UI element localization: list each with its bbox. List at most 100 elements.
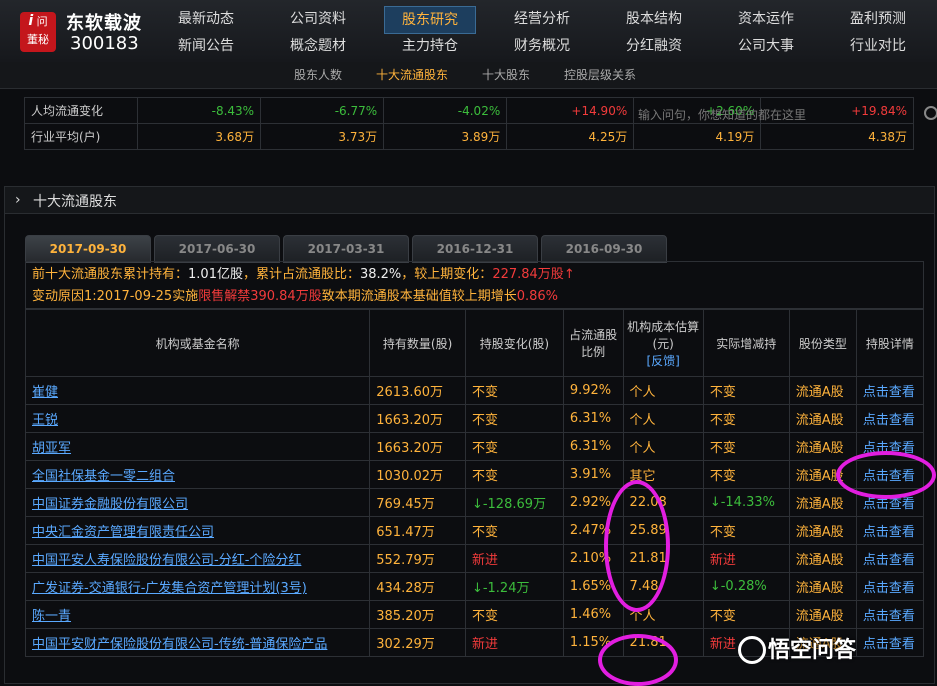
logo-dongmi: 董秘 [27, 33, 49, 46]
info-value: 1.01亿股 [188, 267, 243, 282]
holder-type: 流通A股 [788, 572, 857, 601]
holder-name-link[interactable]: 胡亚军 [32, 441, 71, 456]
nav-events[interactable]: 公司大事 [710, 33, 822, 59]
subnav-top10[interactable]: 十大股东 [482, 62, 530, 88]
holder-actual: 新进 [702, 544, 790, 573]
holder-name-link: 中国平安财产保险股份有限公司-传统-普通保险产品 [24, 628, 371, 657]
holder-name-link[interactable]: 广发证券-交通银行-广发集合资产管理计划(3号) [32, 581, 307, 596]
nav-latest[interactable]: 最新动态 [150, 6, 262, 32]
nav-industry[interactable]: 行业对比 [822, 33, 934, 59]
holder-name-link: 崔健 [24, 376, 371, 405]
subnav-top10-float[interactable]: 十大流通股东 [376, 62, 448, 88]
holder-qty: 2613.60万 [369, 376, 466, 405]
holder-type: 流通A股 [788, 516, 857, 545]
holder-qty: 302.29万 [369, 628, 466, 657]
holder-name-link[interactable]: 中央汇金资产管理有限责任公司 [32, 525, 214, 540]
holder-name-link[interactable]: 陈一青 [32, 609, 71, 624]
nav-shareholder-research[interactable]: 股东研究 [384, 6, 476, 34]
holder-name-link: 中国证券金融股份有限公司 [24, 488, 371, 517]
holder-qty: 434.28万 [369, 572, 466, 601]
nav-capital-ops[interactable]: 资本运作 [710, 6, 822, 32]
holder-change: 不变 [464, 404, 564, 433]
holder-name-link[interactable]: 中国平安财产保险股份有限公司-传统-普通保险产品 [32, 637, 327, 652]
holder-name-link[interactable]: 全国社保基金一零二组合 [32, 469, 175, 484]
holder-qty: 651.47万 [369, 516, 466, 545]
holder-qty: 1030.02万 [369, 460, 466, 489]
holder-detail-link[interactable]: 点击查看 [855, 376, 925, 405]
arrow-up-icon: ↑ [563, 267, 575, 282]
tab-2017-03-31[interactable]: 2017-03-31 [283, 235, 409, 263]
nav-news[interactable]: 新闻公告 [150, 33, 262, 59]
nav-dividend[interactable]: 分红融资 [598, 33, 710, 59]
top-bar: i 问 董秘 东软载波 300183 最新动态 公司资料 股东研究 经营分析 股… [0, 0, 937, 63]
holder-detail-link[interactable]: 点击查看 [855, 516, 925, 545]
holder-detail-link[interactable]: 点击查看 [855, 544, 925, 573]
nav-forecast[interactable]: 盈利预测 [822, 6, 934, 32]
holder-detail-link[interactable]: 点击查看 [855, 628, 925, 657]
holder-actual: ↓-0.28% [702, 572, 790, 601]
info-value: 227.84万股 [492, 267, 564, 282]
holder-actual: 不变 [702, 432, 790, 461]
col-name: 机构或基金名称 [24, 309, 371, 377]
nav-capital-structure[interactable]: 股本结构 [598, 6, 710, 32]
holder-cost: 个人 [622, 432, 704, 461]
holder-type: 流通A股 [788, 544, 857, 573]
holder-name-link: 广发证券-交通银行-广发集合资产管理计划(3号) [24, 572, 371, 601]
holder-ratio: 1.46% [562, 600, 624, 629]
tab-2016-09-30[interactable]: 2016-09-30 [541, 235, 667, 263]
wukong-logo-icon [738, 636, 766, 664]
idongmi-logo[interactable]: i 问 董秘 [20, 12, 56, 52]
chevron-right-icon[interactable]: › [15, 192, 21, 208]
subnav-holder-count[interactable]: 股东人数 [294, 62, 342, 88]
cell: 4.38万 [760, 123, 914, 150]
info-text: 致本期流通股本基础值较上期增长 [321, 289, 517, 304]
holder-detail-link[interactable]: 点击查看 [855, 404, 925, 433]
holder-qty: 769.45万 [369, 488, 466, 517]
sub-nav: 股东人数 十大流通股东 十大股东 控股层级关系 [0, 62, 937, 89]
holder-name-link[interactable]: 中国平安人寿保险股份有限公司-分红-个险分红 [32, 553, 301, 568]
info-text: 变动原因1:2017-09-25实施 [32, 289, 199, 304]
info-text: 前十大流通股东累计持有： [32, 267, 189, 282]
tab-2017-09-30[interactable]: 2017-09-30 [25, 235, 151, 263]
holder-type: 流通A股 [788, 600, 857, 629]
tab-2017-06-30[interactable]: 2017-06-30 [154, 235, 280, 263]
holder-change: 不变 [464, 376, 564, 405]
holder-name-link[interactable]: 中国证券金融股份有限公司 [32, 497, 188, 512]
info-text: ，较上期变化： [401, 267, 493, 282]
holder-qty: 1663.20万 [369, 432, 466, 461]
holder-change: 新进 [464, 628, 564, 657]
table-row: 中央汇金资产管理有限责任公司 651.47万 不变 2.47% 25.89 不变 流通A股点… [24, 516, 925, 545]
holder-name-link[interactable]: 王锐 [32, 413, 58, 428]
summary-info: 前十大流通股东累计持有：1.01亿股，累计占流通股比：38.2%，较上期变化：2… [25, 261, 924, 309]
watermark: 悟空问答 [768, 638, 857, 663]
holder-actual: 不变 [702, 516, 790, 545]
nav-operation[interactable]: 经营分析 [486, 6, 598, 32]
col-detail: 持股详情 [855, 309, 925, 377]
holder-detail-link[interactable]: 点击查看 [855, 600, 925, 629]
col-qty: 持有数量(股) [369, 309, 466, 377]
nav-concepts[interactable]: 概念题材 [262, 33, 374, 59]
holder-name-link[interactable]: 崔健 [32, 385, 58, 400]
cell: -8.43% [136, 97, 262, 124]
nav-main-holdings[interactable]: 主力持仓 [374, 33, 486, 59]
holder-actual: ↓-14.33% [702, 488, 790, 517]
holder-change: ↓-1.24万 [464, 572, 564, 601]
holder-detail-link[interactable]: 点击查看 [855, 572, 925, 601]
info-value: 0.86% [516, 289, 559, 304]
table-row: 中国证券金融股份有限公司 769.45万 ↓-128.69万 2.92% 22.08 ↓-… [24, 488, 925, 517]
ask-input-placeholder[interactable]: 输入问句，你想知道的都在这里 [638, 106, 806, 123]
annotation-circle [836, 451, 936, 499]
annotation-circle [598, 634, 678, 686]
subnav-control-tree[interactable]: 控股层级关系 [564, 62, 636, 88]
row-label: 行业平均(户) [24, 123, 138, 150]
info-value: 限售解禁390.84万股 [198, 289, 322, 304]
search-icon[interactable] [924, 106, 937, 120]
cell: 4.25万 [506, 123, 635, 150]
feedback-link[interactable]: [反馈] [647, 354, 680, 368]
nav-company-info[interactable]: 公司资料 [262, 6, 374, 32]
nav-finance[interactable]: 财务概况 [486, 33, 598, 59]
tab-2016-12-31[interactable]: 2016-12-31 [412, 235, 538, 263]
holder-type: 流通A股 [788, 376, 857, 405]
holder-actual: 不变 [702, 376, 790, 405]
holder-ratio: 6.31% [562, 404, 624, 433]
